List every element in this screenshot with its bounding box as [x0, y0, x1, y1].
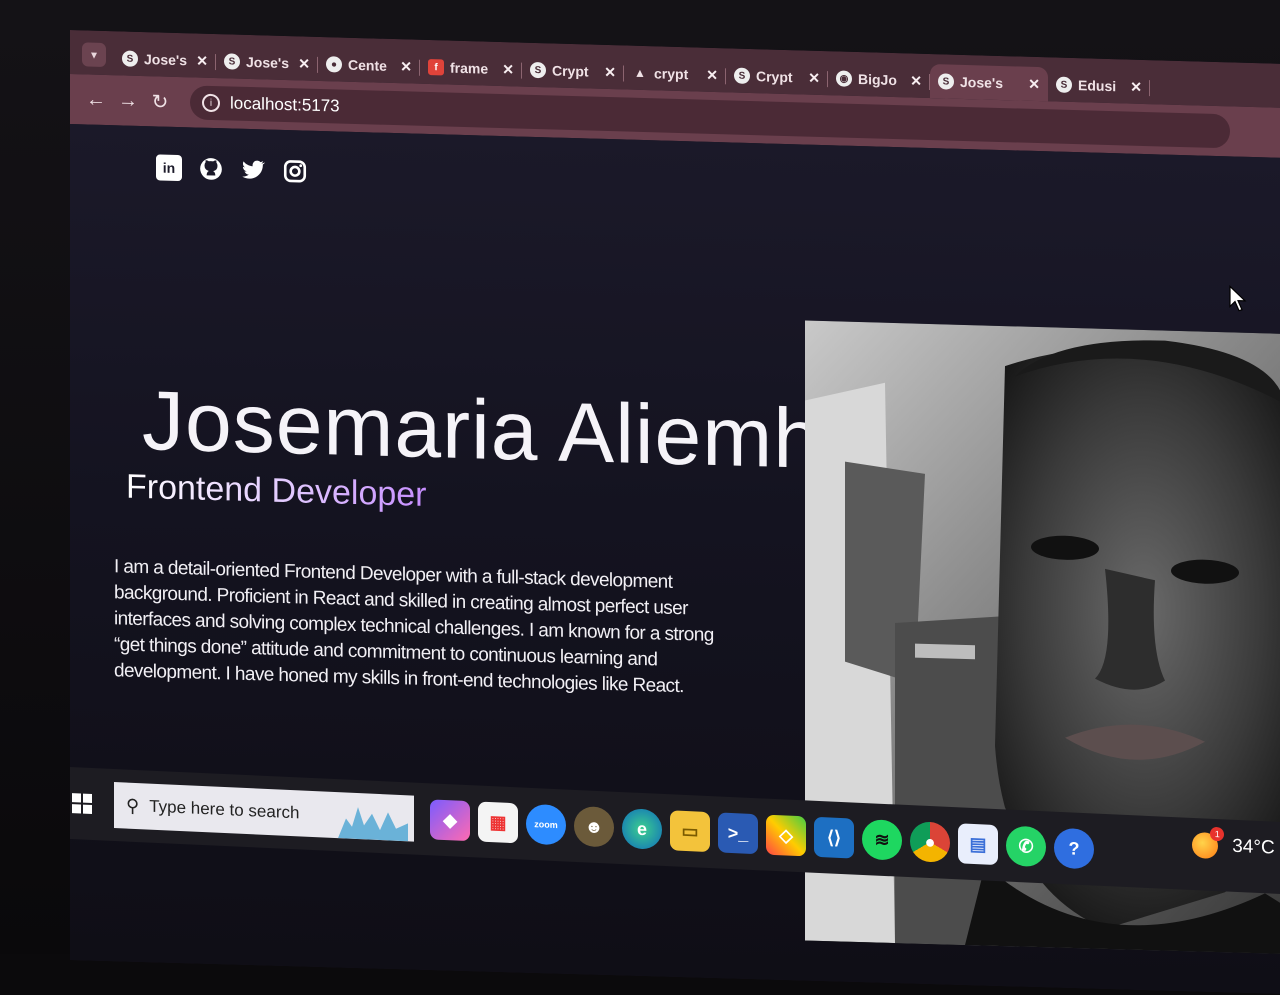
- chrome-icon[interactable]: ●: [910, 821, 950, 863]
- tab-title: crypt: [654, 65, 689, 83]
- tab-title: Edusi: [1078, 77, 1117, 95]
- site-icon: ●: [326, 56, 342, 73]
- search-placeholder: Type here to search: [149, 796, 300, 823]
- tab-title: Jose's: [144, 51, 188, 69]
- github-icon[interactable]: [198, 156, 224, 183]
- tab-title: Crypt: [552, 62, 589, 80]
- search-icon: ⚲: [126, 795, 140, 816]
- instagram-icon[interactable]: [282, 158, 308, 185]
- whatsapp-icon[interactable]: ✆: [1006, 825, 1046, 868]
- close-icon[interactable]: ✕: [808, 69, 820, 86]
- tab[interactable]: ● Cente ✕: [318, 47, 420, 84]
- tab[interactable]: ▲ crypt ✕: [624, 55, 726, 92]
- site-icon: S: [122, 50, 138, 67]
- vscode-icon[interactable]: ⟨⟩: [814, 816, 854, 859]
- close-icon[interactable]: ✕: [502, 61, 514, 78]
- tab-title: frame: [450, 59, 489, 77]
- screen: ▾ S Jose's ✕ S Jose's ✕ ● Cente ✕ f fram…: [70, 30, 1280, 995]
- tab-title: Jose's: [246, 53, 290, 72]
- store-icon[interactable]: ▦: [478, 801, 518, 844]
- file-explorer-icon[interactable]: ▭: [670, 810, 710, 853]
- temperature[interactable]: 34°C: [1232, 836, 1274, 860]
- tab[interactable]: S Jose's ✕: [216, 44, 318, 81]
- weather-badge: 1: [1210, 826, 1225, 842]
- taskbar-apps: ◆ ▦ zoom ☻ e ▭ >_ ◇ ⟨⟩ ≋ ● ▤ ✆ ?: [430, 799, 1094, 870]
- twitter-icon[interactable]: [240, 157, 266, 184]
- copilot-icon[interactable]: ◆: [430, 799, 470, 842]
- chevron-down-icon: ▾: [90, 47, 98, 62]
- system-tray: 1 34°C ⌃ 🔈︎: [1192, 826, 1280, 864]
- reload-button[interactable]: ↻: [144, 85, 176, 118]
- tab[interactable]: S Jose's ✕: [114, 41, 216, 78]
- linkedin-icon[interactable]: in: [156, 154, 182, 182]
- close-icon[interactable]: ✕: [400, 58, 412, 75]
- social-links: in: [156, 154, 308, 184]
- address-text: localhost:5173: [230, 93, 340, 116]
- back-button[interactable]: ←: [80, 83, 112, 116]
- close-icon[interactable]: ✕: [910, 72, 922, 89]
- spotify-icon[interactable]: ≋: [862, 818, 902, 861]
- forward-button[interactable]: →: [112, 84, 144, 117]
- arrow-right-icon: →: [118, 88, 138, 112]
- windows-icon: [71, 792, 93, 815]
- taskbar-search[interactable]: ⚲ Type here to search: [114, 782, 414, 842]
- start-button[interactable]: [70, 778, 106, 828]
- tab[interactable]: S Edusi ✕: [1048, 67, 1150, 104]
- mouse-cursor-icon: [1229, 285, 1247, 312]
- site-icon: S: [734, 67, 750, 84]
- site-icon: S: [1056, 76, 1072, 93]
- tab-search-button[interactable]: ▾: [82, 42, 106, 68]
- close-icon[interactable]: ✕: [196, 52, 208, 69]
- tab[interactable]: f frame ✕: [420, 50, 522, 87]
- tab[interactable]: S Crypt ✕: [522, 53, 624, 90]
- avatar-icon[interactable]: ☻: [574, 805, 614, 848]
- github-icon: ◉: [836, 70, 852, 87]
- site-icon: S: [938, 73, 954, 90]
- framer-icon: f: [428, 58, 444, 76]
- site-icon: S: [224, 53, 240, 70]
- weather-icon[interactable]: 1: [1192, 826, 1225, 860]
- arrow-left-icon: ←: [86, 87, 106, 111]
- edge-icon[interactable]: e: [622, 808, 662, 850]
- powershell-icon[interactable]: >_: [718, 812, 758, 855]
- tab[interactable]: ◉ BigJo ✕: [828, 61, 930, 98]
- hero-bio: I am a detail-oriented Frontend Develope…: [114, 556, 714, 698]
- site-icon: S: [530, 61, 546, 79]
- tab-title: BigJo: [858, 71, 897, 89]
- zoom-icon[interactable]: zoom: [526, 803, 566, 846]
- docs-icon[interactable]: ▤: [958, 823, 998, 866]
- triangle-icon: ▲: [634, 65, 646, 81]
- close-icon[interactable]: ✕: [1130, 78, 1142, 95]
- close-icon[interactable]: ✕: [1028, 75, 1040, 92]
- hero-role: Frontend Developer: [126, 467, 427, 514]
- reload-icon: ↻: [151, 90, 169, 114]
- tab-active[interactable]: S Jose's ✕: [930, 64, 1048, 102]
- close-icon[interactable]: ✕: [706, 66, 718, 83]
- help-icon[interactable]: ?: [1054, 827, 1094, 870]
- tab-title: Crypt: [756, 68, 793, 86]
- close-icon[interactable]: ✕: [298, 55, 310, 72]
- info-icon[interactable]: i: [202, 93, 220, 113]
- search-highlight-image: [338, 807, 408, 842]
- app-icon[interactable]: ◇: [766, 814, 806, 857]
- close-icon[interactable]: ✕: [604, 63, 616, 80]
- tab[interactable]: S Crypt ✕: [726, 58, 828, 95]
- tab-title: Cente: [348, 56, 387, 74]
- tab-title: Jose's: [960, 73, 1004, 92]
